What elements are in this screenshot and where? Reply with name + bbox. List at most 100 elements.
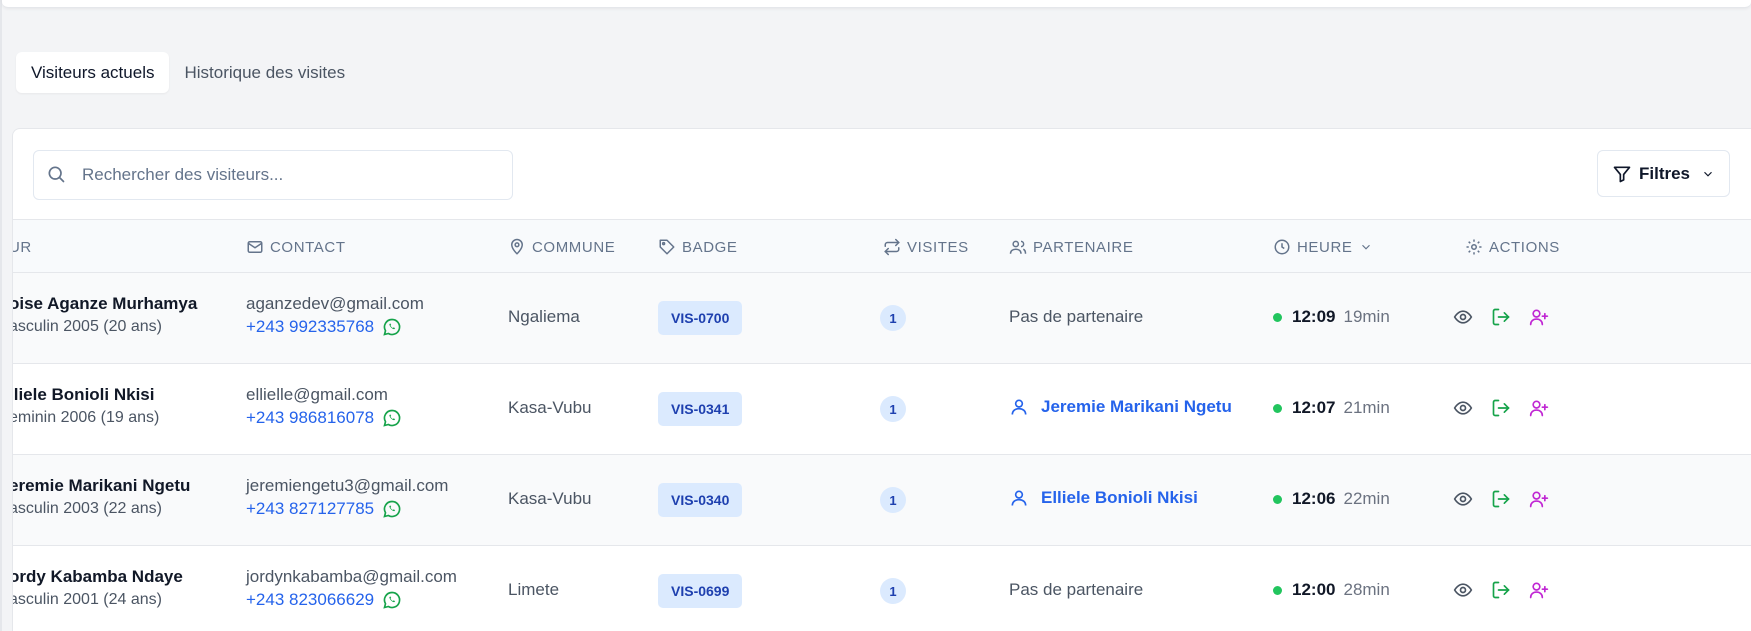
- badge-code: VIS-0700: [658, 301, 743, 335]
- elapsed-time: 19min: [1343, 307, 1390, 326]
- row-actions: [1453, 398, 1549, 418]
- visitor-phone[interactable]: +243 992335768: [246, 317, 402, 337]
- visit-count: 1: [880, 487, 906, 513]
- search-input[interactable]: [82, 165, 482, 185]
- visitor-name: oise Aganze Murhamya: [12, 294, 198, 313]
- whatsapp-icon[interactable]: [382, 408, 402, 428]
- row-actions: [1453, 580, 1549, 600]
- arrival-time: 12:07 21min: [1273, 398, 1390, 418]
- eye-icon[interactable]: [1453, 489, 1473, 509]
- checkout-icon[interactable]: [1491, 580, 1511, 600]
- visits-cell: 1: [880, 396, 906, 422]
- visitor-phone[interactable]: +243 823066629: [246, 590, 402, 610]
- table-row[interactable]: ordy Kabamba Ndaye asculin 2001 (24 ans)…: [13, 546, 1751, 631]
- table-row[interactable]: oise Aganze Murhamya asculin 2005 (20 an…: [13, 273, 1751, 364]
- col-visitor[interactable]: UR: [13, 220, 32, 274]
- badge-cell: VIS-0700: [658, 301, 743, 335]
- arrival-clock: 12:07: [1292, 398, 1336, 417]
- col-time[interactable]: HEURE: [1273, 220, 1373, 274]
- phone-number: +243 823066629: [246, 590, 375, 609]
- visit-count: 1: [880, 396, 906, 422]
- partner-none: Pas de partenaire: [1009, 307, 1144, 326]
- visitor-email: jordynkabamba@gmail.com: [246, 567, 457, 586]
- add-partner-icon[interactable]: [1529, 307, 1549, 327]
- visit-count: 1: [880, 305, 906, 331]
- col-time-label: HEURE: [1297, 238, 1353, 256]
- eye-icon[interactable]: [1453, 580, 1473, 600]
- col-badge-label: BADGE: [682, 238, 738, 256]
- badge-cell: VIS-0340: [658, 483, 743, 517]
- phone-number: +243 986816078: [246, 408, 375, 427]
- mail-icon: [246, 238, 264, 256]
- filters-button[interactable]: Filtres: [1597, 150, 1730, 197]
- table-row[interactable]: eremie Marikani Ngetu asculin 2003 (22 a…: [13, 455, 1751, 546]
- filters-label: Filtres: [1638, 163, 1691, 183]
- left-edge: [0, 0, 2, 631]
- visitor-email: aganzedev@gmail.com: [246, 294, 424, 313]
- col-actions: ACTIONS: [1465, 220, 1560, 274]
- col-commune-label: COMMUNE: [532, 238, 616, 256]
- search-icon: [46, 164, 68, 186]
- checkout-icon[interactable]: [1491, 307, 1511, 327]
- add-partner-icon[interactable]: [1529, 398, 1549, 418]
- eye-icon[interactable]: [1453, 398, 1473, 418]
- visits-cell: 1: [880, 578, 906, 604]
- visitor-details: asculin 2005 (20 ans): [12, 318, 162, 335]
- badge-cell: VIS-0341: [658, 392, 743, 426]
- users-icon: [1009, 238, 1027, 256]
- partner-name: Elliele Bonioli Nkisi: [1041, 488, 1198, 507]
- visitor-phone[interactable]: +243 827127785: [246, 499, 402, 519]
- phone-number: +243 992335768: [246, 317, 375, 336]
- col-visits[interactable]: VISITES: [883, 220, 969, 274]
- status-dot: [1273, 403, 1282, 413]
- repeat-icon: [883, 238, 901, 256]
- partner-name: Jeremie Marikani Ngetu: [1041, 397, 1232, 416]
- row-actions: [1453, 489, 1549, 509]
- badge-code: VIS-0699: [658, 574, 743, 608]
- whatsapp-icon[interactable]: [382, 317, 402, 337]
- badge-code: VIS-0340: [658, 483, 743, 517]
- visitor-email: ellielle@gmail.com: [246, 385, 388, 404]
- status-dot: [1273, 312, 1282, 322]
- visitor-details: asculin 2003 (22 ans): [12, 500, 162, 517]
- eye-icon[interactable]: [1453, 307, 1473, 327]
- add-partner-icon[interactable]: [1529, 489, 1549, 509]
- badge-cell: VIS-0699: [658, 574, 743, 608]
- partner-link[interactable]: Jeremie Marikani Ngetu: [1009, 397, 1232, 417]
- checkout-icon[interactable]: [1491, 398, 1511, 418]
- col-contact-label: CONTACT: [270, 238, 346, 256]
- visitor-phone[interactable]: +243 986816078: [246, 408, 402, 428]
- row-actions: [1453, 307, 1549, 327]
- visits-cell: 1: [880, 487, 906, 513]
- col-badge[interactable]: BADGE: [658, 220, 738, 274]
- visitor-commune: Limete: [508, 580, 560, 599]
- col-partner[interactable]: PARTENAIRE: [1009, 220, 1133, 274]
- tab-current-visitors[interactable]: Visiteurs actuels: [16, 52, 170, 93]
- user-icon: [1009, 488, 1029, 508]
- arrival-time: 12:09 19min: [1273, 307, 1390, 327]
- col-contact[interactable]: CONTACT: [246, 220, 346, 274]
- visit-count: 1: [880, 578, 906, 604]
- elapsed-time: 21min: [1343, 398, 1390, 417]
- visitor-commune: Kasa-Vubu: [508, 489, 592, 508]
- col-commune[interactable]: COMMUNE: [508, 220, 615, 274]
- status-dot: [1273, 585, 1282, 595]
- user-icon: [1009, 397, 1029, 417]
- map-pin-icon: [508, 238, 526, 256]
- partner-link[interactable]: Elliele Bonioli Nkisi: [1009, 488, 1198, 508]
- tab-visit-history[interactable]: Historique des visites: [169, 52, 360, 93]
- visitor-details: eminin 2006 (19 ans): [12, 409, 160, 426]
- table-row[interactable]: lliele Bonioli Nkisi eminin 2006 (19 ans…: [13, 364, 1751, 455]
- search-box[interactable]: [33, 150, 513, 200]
- elapsed-time: 22min: [1343, 489, 1390, 508]
- partner-none: Pas de partenaire: [1009, 580, 1144, 599]
- col-visits-label: VISITES: [907, 238, 969, 256]
- visitor-details: asculin 2001 (24 ans): [12, 591, 162, 608]
- clock-icon: [1273, 238, 1291, 256]
- arrival-clock: 12:09: [1292, 307, 1336, 326]
- checkout-icon[interactable]: [1491, 489, 1511, 509]
- whatsapp-icon[interactable]: [382, 499, 402, 519]
- top-card: [2, 0, 1751, 8]
- whatsapp-icon[interactable]: [382, 590, 402, 610]
- add-partner-icon[interactable]: [1529, 580, 1549, 600]
